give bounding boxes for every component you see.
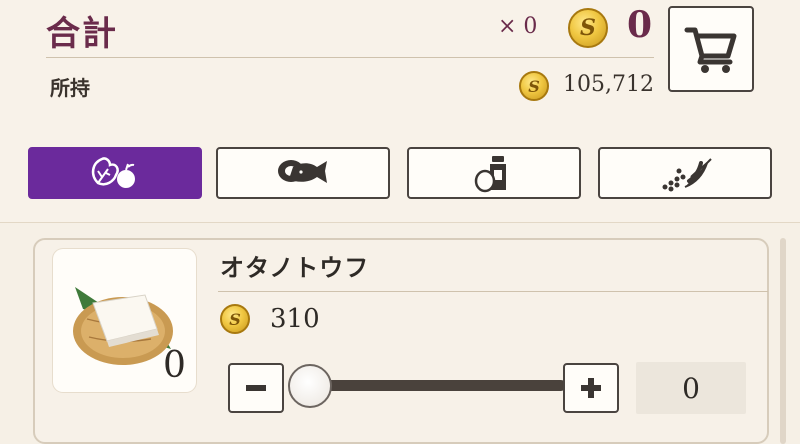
spice-pepper-icon xyxy=(662,158,712,192)
total-label: 合計 xyxy=(46,14,118,54)
owned-label: 所持 xyxy=(50,76,90,100)
purchase-count: × 0 xyxy=(498,14,538,39)
coin-icon xyxy=(568,8,608,48)
coin-icon xyxy=(220,304,250,334)
divider xyxy=(218,291,768,292)
cart-icon xyxy=(684,27,737,73)
divider xyxy=(46,57,654,58)
decrease-button[interactable] xyxy=(228,363,284,413)
plus-icon xyxy=(581,378,601,398)
meat-fish-icon xyxy=(278,160,327,183)
owned-count: 0 xyxy=(163,345,186,386)
item-price: 310 xyxy=(270,304,320,334)
slider-handle[interactable] xyxy=(288,364,332,408)
owned-amount: 105,712 xyxy=(563,72,654,97)
scrollbar[interactable] xyxy=(780,238,786,444)
increase-button[interactable] xyxy=(563,363,619,413)
tab-spices[interactable] xyxy=(598,147,772,199)
tab-meat-fish[interactable] xyxy=(216,147,390,199)
tab-dairy-eggs[interactable] xyxy=(407,147,581,199)
vegetable-fruit-icon xyxy=(91,157,135,188)
coin-icon xyxy=(519,71,549,101)
quantity-value: 0 xyxy=(636,362,746,414)
item-name: オタノトウフ xyxy=(220,253,370,282)
cart-button[interactable] xyxy=(668,6,754,92)
egg-jar-icon xyxy=(474,156,506,193)
quantity-slider[interactable] xyxy=(298,380,566,391)
tab-vegetables[interactable] xyxy=(28,147,202,199)
minus-icon xyxy=(246,385,266,391)
total-cost: 0 xyxy=(626,4,652,46)
